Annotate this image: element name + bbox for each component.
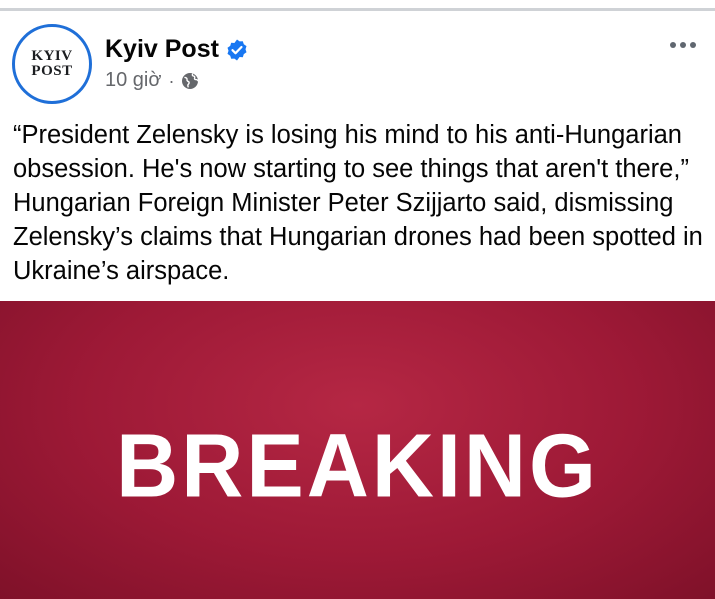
meta-separator: · [168, 70, 175, 91]
post-image[interactable]: BREAKING [0, 301, 715, 599]
avatar-logo-line1: KYIV [31, 48, 73, 64]
post-card: KYIV POST Kyiv Post 10 giờ · “President … [0, 11, 715, 599]
avatar-logo-line2: POST [31, 63, 73, 79]
more-options-dot [670, 42, 676, 48]
post-time[interactable]: 10 giờ [105, 69, 161, 92]
more-options-button[interactable] [663, 33, 703, 57]
page-name[interactable]: Kyiv Post [105, 35, 219, 64]
post-text: “President Zelensky is losing his mind t… [13, 121, 703, 285]
breaking-headline: BREAKING [116, 415, 599, 517]
post-meta: 10 giờ · [105, 69, 199, 92]
page-avatar[interactable]: KYIV POST [12, 24, 92, 104]
globe-icon[interactable] [181, 72, 199, 90]
more-options-dot [690, 42, 696, 48]
more-options-dot [680, 42, 686, 48]
verified-badge-icon [227, 39, 247, 60]
page-name-row: Kyiv Post [105, 35, 249, 64]
